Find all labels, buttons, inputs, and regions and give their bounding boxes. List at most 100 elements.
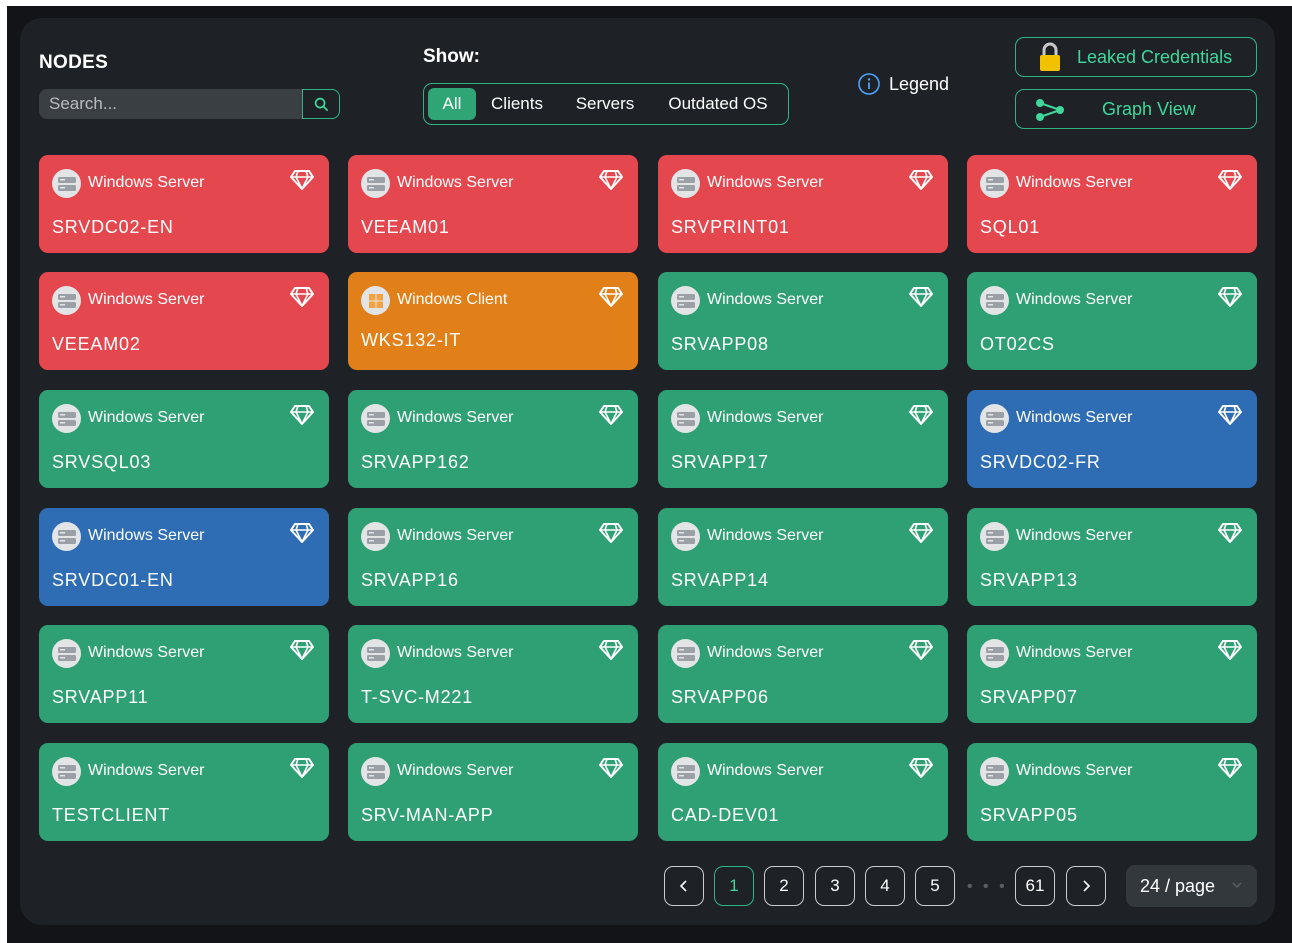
crown-jewel-marker [598,286,624,313]
node-card[interactable]: Windows Client WKS132-IT [348,272,638,370]
diamond-icon [599,523,623,543]
hostname: VEEAM01 [361,217,450,237]
os-badge [980,404,1009,433]
page-last-button[interactable]: 61 [1015,866,1055,906]
filter-servers-button[interactable]: Servers [566,88,644,120]
node-card[interactable]: Windows Server SRV-MAN-APP [348,743,638,841]
node-card[interactable]: Windows Server OT02CS [967,272,1257,370]
page-4-button[interactable]: 4 [865,866,905,906]
os-label: Windows Server [88,174,205,191]
filter-clients-button[interactable]: Clients [482,88,552,120]
padlock-icon [1040,42,1060,71]
server-icon [676,764,695,779]
node-card[interactable]: Windows Server SRVAPP07 [967,625,1257,723]
crown-jewel-marker [908,404,934,431]
node-card[interactable]: Windows Server VEEAM02 [39,272,329,370]
graph-view-label: Graph View [1102,98,1196,119]
os-badge [671,404,700,433]
os-badge [52,169,81,198]
hostname: SRVAPP162 [361,452,470,472]
crown-jewel-marker [598,757,624,784]
page-1-button[interactable]: 1 [714,866,754,906]
server-icon [366,411,385,426]
filter-all-button[interactable]: All [428,88,476,120]
search-input[interactable] [39,89,303,119]
server-icon [57,529,76,544]
page-ellipsis[interactable]: • • • [967,878,1008,896]
node-card[interactable]: Windows Server SRVAPP06 [658,625,948,723]
crown-jewel-marker [1217,286,1243,313]
hostname: SRV-MAN-APP [361,805,494,825]
hostname: T-SVC-M221 [361,687,474,707]
diamond-icon [1218,758,1242,778]
os-label: Windows Server [1016,527,1133,544]
hostname: CAD-DEV01 [671,805,780,825]
os-badge [980,639,1009,668]
hostname: SRVAPP07 [980,687,1078,707]
os-badge [671,522,700,551]
page-5-button[interactable]: 5 [915,866,955,906]
diamond-icon [909,640,933,660]
os-label: Windows Server [397,174,514,191]
node-card[interactable]: Windows Server SRVAPP16 [348,508,638,606]
node-card[interactable]: Windows Server SRVSQL03 [39,390,329,488]
node-card[interactable]: Windows Server SRVAPP14 [658,508,948,606]
server-icon [985,293,1004,308]
node-card[interactable]: Windows Server SRVAPP17 [658,390,948,488]
diamond-icon [599,170,623,190]
page-2-button[interactable]: 2 [764,866,804,906]
search-button[interactable] [302,89,340,119]
search-bar [39,89,340,119]
os-label: Windows Server [397,644,514,661]
graph-view-button[interactable]: Graph View [1015,89,1257,129]
prev-page-button[interactable] [664,866,704,906]
node-card[interactable]: Windows Server CAD-DEV01 [658,743,948,841]
hostname: SRVAPP13 [980,570,1078,590]
node-card[interactable]: Windows Server SRVAPP13 [967,508,1257,606]
os-label: Windows Server [88,644,205,661]
os-label: Windows Server [707,762,824,779]
diamond-icon [290,405,314,425]
crown-jewel-marker [289,639,315,666]
node-card[interactable]: Windows Server TESTCLIENT [39,743,329,841]
search-icon [314,97,328,111]
diamond-icon [290,287,314,307]
node-card[interactable]: Windows Server SRVPRINT01 [658,155,948,253]
chevron-down-icon [1232,882,1242,889]
filter-group: All Clients Servers Outdated OS [423,83,789,125]
node-card[interactable]: Windows Server SRVAPP08 [658,272,948,370]
chevron-right-icon [1083,880,1091,892]
crown-jewel-marker [289,757,315,784]
crown-jewel-marker [1217,404,1243,431]
crown-jewel-marker [1217,639,1243,666]
node-card[interactable]: Windows Server SQL01 [967,155,1257,253]
page-size-select[interactable]: 24 / page [1126,865,1257,907]
legend-button[interactable]: Legend [857,72,949,96]
node-card[interactable]: Windows Server SRVDC02-EN [39,155,329,253]
diamond-icon [290,523,314,543]
node-card[interactable]: Windows Server SRVDC01-EN [39,508,329,606]
crown-jewel-marker [908,169,934,196]
os-label: Windows Server [707,174,824,191]
os-label: Windows Client [397,291,508,308]
server-icon [366,764,385,779]
server-icon [985,411,1004,426]
node-card[interactable]: Windows Server SRVDC02-FR [967,390,1257,488]
node-card[interactable]: Windows Server SRVAPP11 [39,625,329,723]
node-card[interactable]: Windows Server SRVAPP05 [967,743,1257,841]
page-3-button[interactable]: 3 [815,866,855,906]
os-label: Windows Server [1016,174,1133,191]
next-page-button[interactable] [1066,866,1106,906]
hostname: VEEAM02 [52,334,141,354]
leaked-credentials-button[interactable]: Leaked Credentials [1015,37,1257,77]
node-card[interactable]: Windows Server VEEAM01 [348,155,638,253]
crown-jewel-marker [908,757,934,784]
node-card[interactable]: Windows Server T-SVC-M221 [348,625,638,723]
os-label: Windows Server [707,409,824,426]
crown-jewel-marker [1217,522,1243,549]
crown-jewel-marker [598,404,624,431]
hostname: SRVPRINT01 [671,217,790,237]
server-icon [985,646,1004,661]
filter-outdated-os-button[interactable]: Outdated OS [658,88,778,120]
node-card[interactable]: Windows Server SRVAPP162 [348,390,638,488]
